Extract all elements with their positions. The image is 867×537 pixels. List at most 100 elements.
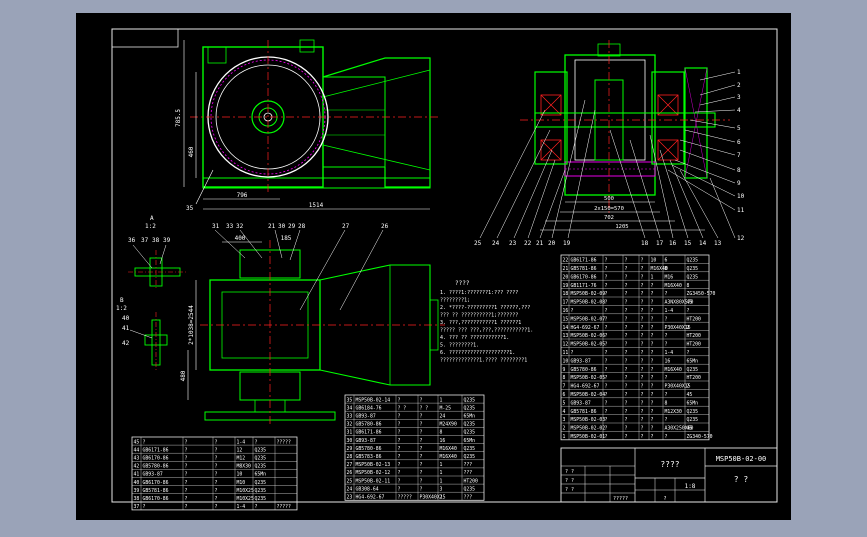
table-cell: ? [185, 480, 188, 486]
table-cell: ? [651, 434, 654, 440]
table-cell: 9 [563, 367, 566, 373]
table-cell: MSP50B-02-08 [571, 300, 606, 306]
table-cell: 65Mn [464, 438, 476, 444]
table-cell: 2 [687, 325, 690, 331]
table-cell: 1-4 [665, 308, 674, 314]
company-name: ? ? [734, 475, 749, 484]
callout-31: 31 [212, 223, 220, 230]
table-cell: ? [185, 439, 188, 445]
callout-18: 18 [641, 240, 649, 247]
table-cell: GB6170-86 [143, 480, 169, 486]
table-cell: 10 [237, 472, 243, 478]
table-cell: ? [215, 447, 218, 453]
table-cell: ? [398, 486, 401, 492]
table-cell: GB308-64 [356, 486, 379, 492]
table-cell: 65Mn [255, 472, 267, 478]
table-cell: 2 [563, 426, 566, 432]
table-cell: M10X25 [237, 488, 254, 494]
table-cell: M12 [237, 456, 246, 462]
table-cell: 16 [563, 308, 569, 314]
table-cell: M16X40 [665, 283, 682, 289]
table-cell: ? [641, 400, 644, 406]
table-cell: ? [215, 456, 218, 462]
table-cell: GB93-87 [356, 438, 376, 444]
table-cell: M24X90 [440, 422, 457, 428]
table-cell: Q235 [464, 486, 476, 492]
callout-39: 39 [163, 237, 171, 244]
table-cell: 6 [563, 392, 566, 398]
callout-1: 1 [737, 69, 741, 76]
table-cell: ? [605, 350, 608, 356]
table-cell: ? [641, 384, 644, 390]
table-cell: 30 [347, 438, 353, 444]
table-cell: ? [605, 400, 608, 406]
table-cell: GB5781-86 [571, 266, 597, 272]
table-cell: ? [625, 316, 628, 322]
table-cell: ? [641, 308, 644, 314]
table-cell: Q235 [255, 464, 267, 470]
drawing-viewer: 785.5 460 796 1514 35 2*1038=2544 480 40… [0, 0, 867, 533]
table-cell: 10 [651, 258, 657, 264]
table-cell: ? ? [420, 405, 429, 411]
table-cell: ? [398, 478, 401, 484]
table-cell: ??? [464, 462, 473, 468]
table-cell: 45 [134, 439, 140, 445]
table-cell: 12 [563, 342, 569, 348]
table-cell: ? [641, 300, 644, 306]
approver-label: ? ? [565, 487, 574, 493]
table-cell: ? [215, 464, 218, 470]
table-cell: ? [215, 496, 218, 502]
table-cell: MSP50B-02-11 [356, 478, 391, 484]
table-cell: GB5780-86 [356, 446, 382, 452]
table-cell: 21 [563, 266, 569, 272]
table-cell: MSP50B-02-01 [571, 434, 606, 440]
table-cell: 15 [563, 316, 569, 322]
table-cell: 1 [563, 434, 566, 440]
table-cell: ? [605, 392, 608, 398]
table-cell: M10 [237, 480, 246, 486]
table-cell: HG4-692-67 [571, 325, 600, 331]
table-cell: ? [420, 478, 423, 484]
table-cell: MSP50B-02-03 [571, 417, 606, 423]
table-cell: MSP50B-02-02 [571, 426, 606, 432]
note-line: 1. ????1:???????1:??? ???? [440, 290, 518, 296]
table-cell: GB5781-86 [571, 409, 597, 415]
table-cell: ? [625, 417, 628, 423]
dim-front-width-1: 796 [237, 192, 248, 199]
table-cell: 8 [687, 283, 690, 289]
table-cell: ??? [464, 495, 473, 501]
table-cell: ??? [464, 470, 473, 476]
table-cell: Q235 [687, 274, 699, 280]
table-cell: 22 [563, 258, 569, 264]
table-cell: ? [143, 504, 146, 510]
table-cell: ? [605, 266, 608, 272]
table-cell: ? [651, 367, 654, 373]
table-cell: ? [665, 434, 668, 440]
callout-19: 19 [563, 240, 571, 247]
table-cell: ? [687, 308, 690, 314]
callout-6: 6 [737, 139, 741, 146]
table-cell: ????? [277, 504, 292, 510]
table-cell: Q235 [464, 422, 476, 428]
callout-21b: 21 [536, 240, 544, 247]
table-cell: 35 [347, 397, 353, 403]
table-cell: ? [143, 439, 146, 445]
callout-41: 41 [122, 325, 130, 332]
sheet-info: ? [663, 496, 666, 502]
table-cell: ? [625, 400, 628, 406]
table-cell: 23 [347, 495, 353, 501]
table-cell: ? [605, 316, 608, 322]
table-cell: ? [651, 308, 654, 314]
table-cell: ? [605, 258, 608, 264]
table-cell: ? [651, 426, 654, 432]
table-cell: ? [420, 414, 423, 420]
table-cell: MSP50B-02-14 [356, 397, 391, 403]
note-line: 4. ??? ?? ???????????1. [440, 335, 509, 341]
table-cell: GB5781-86 [143, 488, 169, 494]
table-cell: MSP50B-02-06 [571, 333, 606, 339]
table-cell: Q235 [687, 409, 699, 415]
table-cell: M16X40 [665, 367, 682, 373]
callout-25: 25 [474, 240, 482, 247]
table-cell: ? [605, 283, 608, 289]
table-cell: HG4-692-67 [356, 495, 385, 501]
